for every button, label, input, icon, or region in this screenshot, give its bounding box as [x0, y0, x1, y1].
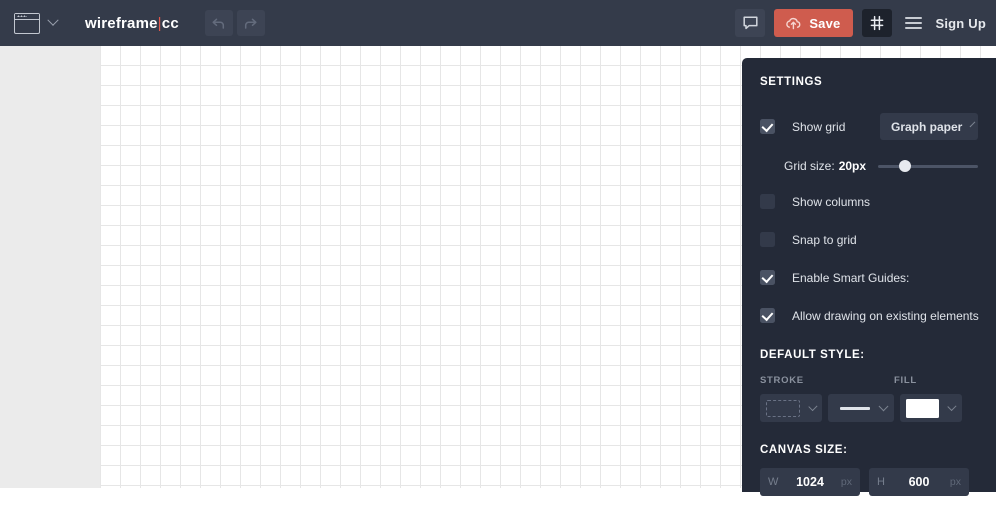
show-grid-checkbox[interactable]: [760, 119, 775, 134]
wireframe-editor-app: X: 1023 px wireframe|cc: [0, 0, 996, 506]
undo-arrow-icon: [212, 18, 225, 29]
fill-color-picker[interactable]: [900, 394, 962, 422]
settings-toggle-button[interactable]: [862, 9, 893, 37]
history-button-group: [204, 10, 265, 36]
slider-thumb[interactable]: [899, 160, 911, 172]
undo-button[interactable]: [204, 10, 233, 36]
chevron-down-icon: [878, 400, 889, 411]
fill-color-swatch: [906, 398, 940, 418]
show-columns-checkbox[interactable]: [760, 194, 775, 209]
canvas-height-key: H: [877, 476, 885, 488]
show-columns-label: Show columns: [792, 194, 871, 209]
stroke-section-label: STROKE: [760, 375, 804, 386]
settings-panel: SETTINGS Show grid Graph paper Grid size…: [742, 58, 996, 496]
allow-drawing-label: Allow drawing on existing elements: [792, 308, 979, 323]
sign-up-button[interactable]: Sign Up: [935, 16, 986, 31]
snap-to-grid-label: Snap to grid: [792, 232, 857, 247]
grid-size-label: Grid size: 20px: [784, 159, 866, 173]
canvas-height-value: 600: [908, 475, 930, 489]
comment-bubble-icon: [743, 16, 758, 30]
toolbar-left-group: wireframe|cc: [0, 10, 265, 37]
fill-section-label: FILL: [894, 375, 917, 386]
canvas-width-value: 1024: [796, 475, 824, 489]
settings-panel-title: SETTINGS: [760, 76, 823, 88]
redo-button[interactable]: [236, 10, 265, 36]
smart-guides-label: Enable Smart Guides:: [792, 270, 910, 285]
stroke-weight-swatch: [840, 406, 870, 410]
allow-drawing-checkbox[interactable]: [760, 308, 775, 323]
save-button[interactable]: Save: [774, 9, 854, 37]
sliders-icon: [871, 15, 884, 31]
chevron-down-icon: [47, 14, 59, 26]
frame-type-selector[interactable]: [8, 10, 63, 37]
brand-logo[interactable]: wireframe|cc: [85, 15, 179, 32]
canvas-height-field[interactable]: H 600 px: [869, 468, 969, 496]
toolbar-right-group: Save Sign Up: [735, 9, 996, 37]
redo-arrow-icon: [245, 18, 257, 29]
comment-button[interactable]: [735, 9, 766, 37]
hamburger-menu-icon[interactable]: [905, 17, 923, 29]
canvas-width-field[interactable]: W 1024 px: [760, 468, 860, 496]
slider-track: [878, 165, 978, 168]
browser-window-icon: [14, 12, 40, 34]
canvas-height-unit: px: [949, 476, 961, 488]
show-grid-label: Show grid: [792, 119, 846, 134]
canvas-size-title: CANVAS SIZE:: [760, 444, 848, 456]
cloud-upload-icon: [786, 17, 801, 29]
snap-to-grid-checkbox[interactable]: [760, 232, 775, 247]
grid-type-value: Graph paper: [891, 119, 963, 134]
grid-type-dropdown[interactable]: Graph paper: [880, 113, 978, 140]
grid-size-value: 20px: [838, 159, 867, 173]
canvas-width-unit: px: [840, 476, 852, 488]
grid-size-slider[interactable]: [878, 159, 978, 173]
save-button-label: Save: [809, 15, 841, 31]
grid-size-text: Grid size:: [784, 159, 835, 173]
brand-tld: cc: [161, 14, 179, 32]
stroke-weight-picker[interactable]: [828, 394, 894, 422]
brand-name: wireframe: [85, 14, 158, 32]
smart-guides-checkbox[interactable]: [760, 270, 775, 285]
canvas-width-key: W: [768, 476, 779, 488]
top-toolbar: wireframe|cc Save Sign Up: [0, 0, 996, 46]
chevron-down-icon: [970, 121, 976, 128]
stroke-color-swatch: [766, 399, 800, 417]
chevron-down-icon: [807, 401, 817, 411]
stroke-color-picker[interactable]: [760, 394, 822, 422]
chevron-down-icon: [947, 401, 957, 411]
default-style-title: DEFAULT STYLE:: [760, 349, 865, 361]
